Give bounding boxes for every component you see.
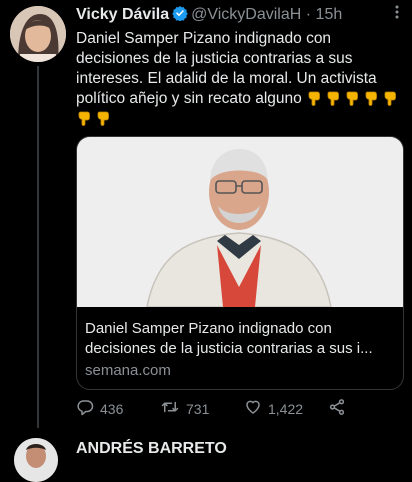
verified-badge-icon	[172, 5, 188, 26]
reply-button[interactable]: 436	[76, 398, 123, 419]
thread-line	[37, 66, 39, 428]
next-tweet-author[interactable]: ANDRÉS BARRETO	[76, 440, 227, 458]
tweet-header: Vicky Dávila @VickyDavilaH · 15h	[76, 5, 400, 27]
tweet-time[interactable]: 15h	[316, 6, 343, 23]
reply-icon	[76, 398, 94, 419]
card-domain[interactable]: semana.com	[85, 362, 171, 379]
heart-icon	[244, 398, 262, 419]
link-card[interactable]: Daniel Samper Pizano indignado con decis…	[76, 136, 404, 390]
share-button[interactable]	[328, 398, 346, 419]
pointing-down-icon	[327, 91, 339, 106]
pointing-down-icon	[308, 91, 320, 106]
pointing-down-icon	[97, 111, 109, 126]
pointing-down-icon	[78, 111, 90, 126]
retweet-icon	[160, 398, 180, 419]
author-name[interactable]: Vicky Dávila	[76, 6, 169, 23]
card-title[interactable]: Daniel Samper Pizano indignado con decis…	[85, 319, 397, 359]
retweet-count: 731	[186, 400, 210, 417]
next-tweet-avatar[interactable]	[14, 438, 58, 482]
like-button[interactable]: 1,422	[244, 398, 303, 419]
author-avatar[interactable]	[10, 6, 66, 62]
pointing-down-icon	[346, 91, 358, 106]
card-image	[77, 137, 403, 307]
like-count: 1,422	[268, 400, 304, 417]
separator-dot: ·	[305, 6, 312, 23]
retweet-button[interactable]: 731	[160, 398, 209, 419]
share-icon	[328, 398, 346, 419]
reply-count: 436	[100, 400, 124, 417]
pointing-down-icon	[384, 91, 396, 106]
pointing-down-icon	[365, 91, 377, 106]
tweet-text: Daniel Samper Pizano indignado con decis…	[76, 29, 406, 129]
avatar-photo	[10, 6, 66, 62]
author-handle[interactable]: @VickyDavilaH	[191, 6, 301, 23]
more-options-icon[interactable]	[394, 4, 400, 25]
